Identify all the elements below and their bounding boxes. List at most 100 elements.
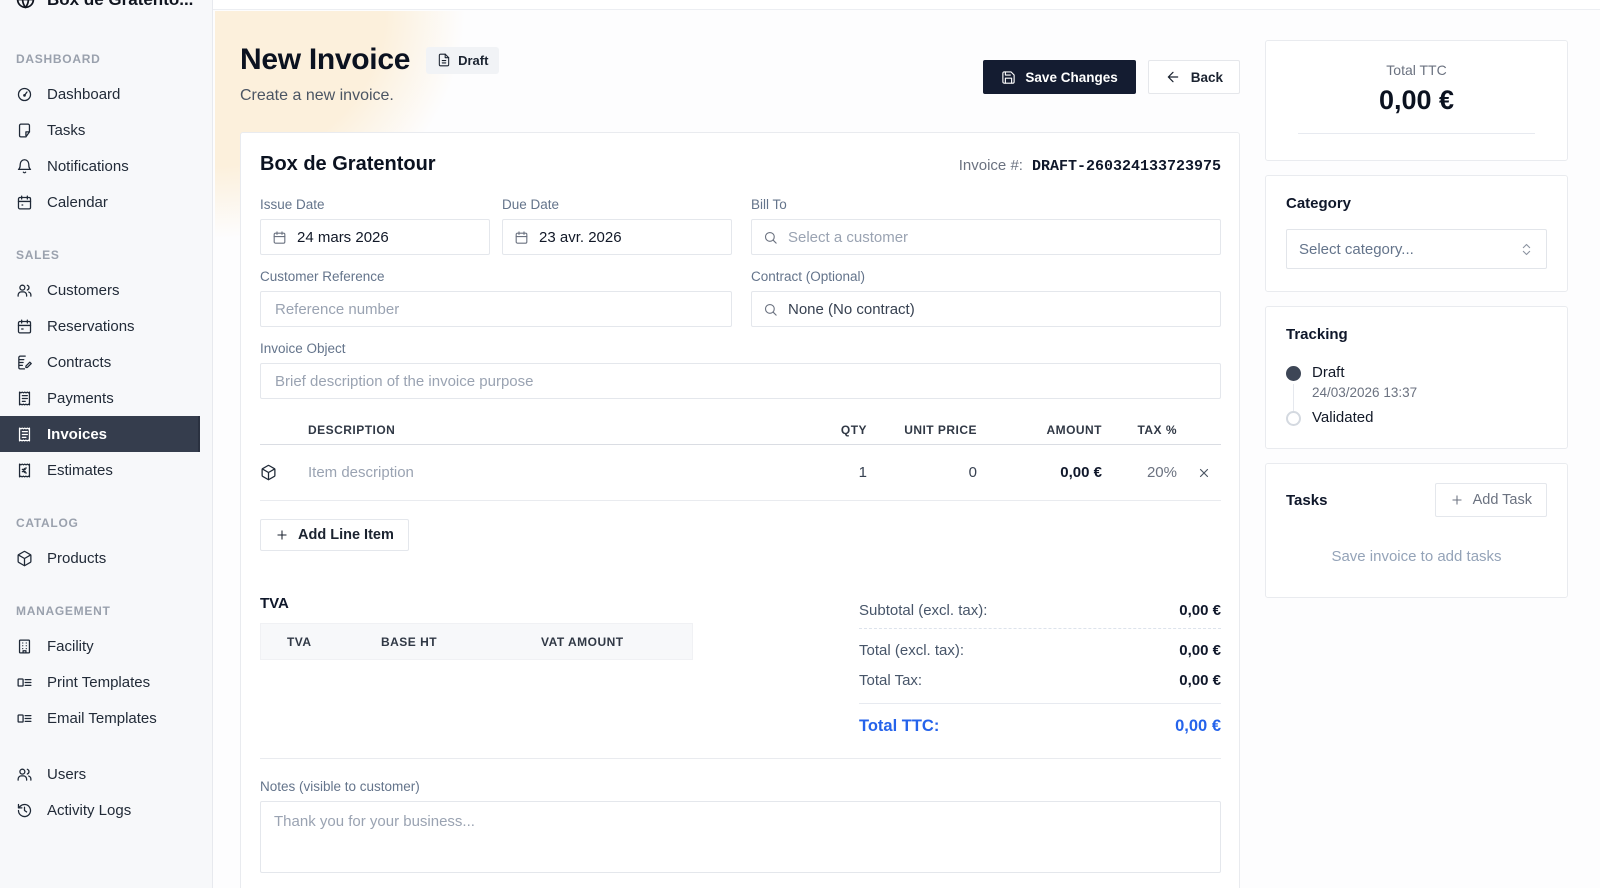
sidebar-item-label: Estimates <box>47 462 113 479</box>
sidebar-item-label: Reservations <box>47 318 135 335</box>
sidebar-item-label: Contracts <box>47 354 111 371</box>
category-card: Category Select category... <box>1265 175 1568 292</box>
col-qty: QTY <box>795 423 867 437</box>
sidebar-item-label: Payments <box>47 390 114 407</box>
nav-section-dashboard: DASHBOARD <box>16 52 196 66</box>
side-panel: Total TTC 0,00 € Category Select categor… <box>1265 40 1568 888</box>
sidebar-item-payments[interactable]: Payments <box>0 380 212 416</box>
issue-date-input[interactable] <box>287 220 489 254</box>
gauge-icon <box>16 86 33 103</box>
receipt-euro-icon <box>16 462 33 479</box>
calendar-icon <box>514 230 529 245</box>
add-task-button[interactable]: Add Task <box>1435 483 1547 517</box>
col-tax: TAX % <box>1102 423 1177 437</box>
item-tax[interactable]: 20% <box>1102 464 1177 481</box>
sidebar-item-users[interactable]: Users <box>0 756 212 792</box>
sidebar-item-estimates[interactable]: Estimates <box>0 452 212 488</box>
col-unit-price: UNIT PRICE <box>867 423 977 437</box>
tasks-card: Tasks Add Task Save invoice to add tasks <box>1265 463 1568 598</box>
sidebar-item-products[interactable]: Products <box>0 540 212 576</box>
item-qty-input[interactable] <box>795 464 867 481</box>
tracking-step-validated: Validated <box>1286 409 1547 426</box>
due-date-field[interactable] <box>502 219 732 255</box>
sidebar-item-label: Invoices <box>47 426 107 443</box>
total-excl-label: Total (excl. tax): <box>859 642 964 659</box>
sidebar-item-invoices[interactable]: Invoices <box>0 416 200 452</box>
file-icon <box>437 53 451 67</box>
total-excl-row: Total (excl. tax): 0,00 € <box>859 635 1221 665</box>
tva-col-vat-amount: VAT AMOUNT <box>541 635 692 649</box>
sidebar-item-label: Customers <box>47 282 120 299</box>
invoice-object-input[interactable] <box>261 364 1220 398</box>
sidebar-item-label: Tasks <box>47 122 85 139</box>
back-label: Back <box>1191 70 1223 85</box>
issue-date-field[interactable] <box>260 219 490 255</box>
total-tax-label: Total Tax: <box>859 672 922 689</box>
bill-to-field[interactable] <box>751 219 1221 255</box>
item-unit-price-input[interactable] <box>867 464 977 481</box>
notes-textarea[interactable] <box>260 801 1221 873</box>
sidebar-item-dashboard[interactable]: Dashboard <box>0 76 212 112</box>
calendar-check-icon <box>16 318 33 335</box>
app-logo[interactable]: Box de Gratento... <box>0 0 212 10</box>
sidebar-item-notifications[interactable]: Notifications <box>0 148 212 184</box>
sidebar-item-tasks[interactable]: Tasks <box>0 112 212 148</box>
sidebar-item-facility[interactable]: Facility <box>0 628 212 664</box>
calendar-icon <box>272 230 287 245</box>
sidebar-item-contracts[interactable]: Contracts <box>0 344 212 380</box>
category-select[interactable]: Select category... <box>1286 229 1547 269</box>
issue-date-label: Issue Date <box>260 197 490 212</box>
item-description-input[interactable] <box>308 464 771 481</box>
note-icon <box>16 122 33 139</box>
total-ttc-card: Total TTC 0,00 € <box>1265 40 1568 161</box>
total-excl-value: 0,00 € <box>1179 642 1221 659</box>
page-title: New Invoice <box>240 43 410 77</box>
due-date-input[interactable] <box>529 220 731 254</box>
save-icon <box>1001 70 1016 85</box>
tracking-title: Tracking <box>1286 326 1547 343</box>
sidebar-item-label: Activity Logs <box>47 802 131 819</box>
col-description: DESCRIPTION <box>308 423 795 437</box>
contract-field[interactable] <box>751 291 1221 327</box>
category-title: Category <box>1286 195 1547 212</box>
customer-reference-field[interactable] <box>260 291 732 327</box>
sidebar-item-print-templates[interactable]: Print Templates <box>0 664 212 700</box>
nav-section-management: MANAGEMENT <box>16 604 196 618</box>
step-done-dot <box>1286 366 1301 381</box>
back-button[interactable]: Back <box>1148 60 1240 94</box>
tva-table-header: TVA BASE HT VAT AMOUNT <box>260 623 693 660</box>
add-line-item-button[interactable]: Add Line Item <box>260 519 409 551</box>
customer-reference-input[interactable] <box>261 292 731 326</box>
calendar-icon <box>16 194 33 211</box>
app-logo-label: Box de Gratento... <box>47 0 193 10</box>
sidebar-item-email-templates[interactable]: Email Templates <box>0 700 212 736</box>
sidebar-item-reservations[interactable]: Reservations <box>0 308 212 344</box>
total-ttc-card-value: 0,00 € <box>1282 85 1551 116</box>
save-changes-button[interactable]: Save Changes <box>983 60 1135 94</box>
globe-icon <box>15 0 36 10</box>
customer-reference-label: Customer Reference <box>260 269 732 284</box>
sidebar-item-label: Facility <box>47 638 94 655</box>
subtotal-value: 0,00 € <box>1179 602 1221 619</box>
users-icon <box>16 766 33 783</box>
invoice-icon <box>16 426 33 443</box>
invoice-object-field[interactable] <box>260 363 1221 399</box>
total-ttc-card-label: Total TTC <box>1282 62 1551 78</box>
history-icon <box>16 802 33 819</box>
bill-to-input[interactable] <box>778 220 1220 254</box>
sidebar-item-customers[interactable]: Customers <box>0 272 212 308</box>
page-subtitle: Create a new invoice. <box>240 87 499 105</box>
totals-summary: Subtotal (excl. tax): 0,00 € Total (excl… <box>859 595 1221 748</box>
remove-line-item-button[interactable] <box>1193 462 1215 484</box>
line-items-header: DESCRIPTION QTY UNIT PRICE AMOUNT TAX % <box>260 415 1221 445</box>
tva-col-tva: TVA <box>261 635 381 649</box>
notes-label: Notes (visible to customer) <box>260 779 1221 794</box>
tasks-title: Tasks <box>1286 492 1327 509</box>
line-item-row: 0,00 € 20% <box>260 445 1221 501</box>
add-line-item-label: Add Line Item <box>298 527 394 543</box>
sidebar-item-activity-logs[interactable]: Activity Logs <box>0 792 212 828</box>
subtotal-label: Subtotal (excl. tax): <box>859 602 987 619</box>
sidebar-item-calendar[interactable]: Calendar <box>0 184 212 220</box>
tasks-empty-message: Save invoice to add tasks <box>1286 548 1547 565</box>
contract-input[interactable] <box>778 292 1220 326</box>
